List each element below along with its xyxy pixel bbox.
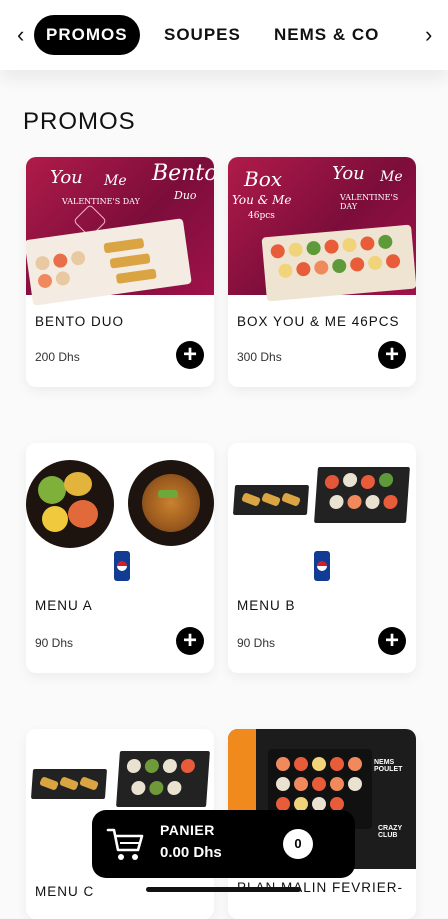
product-image [26, 443, 214, 591]
soda-can [314, 551, 330, 581]
sushi-plate [314, 467, 410, 523]
image-caption: Me [104, 173, 127, 189]
image-caption: 46pcs [248, 211, 275, 221]
nems-plate [232, 485, 310, 515]
chevron-left-icon[interactable]: ‹ [17, 22, 24, 48]
image-caption: NEMS POULET [374, 759, 403, 773]
add-to-cart-button[interactable]: + [176, 627, 204, 655]
product-image: You Me Bento Duo VALENTINE'S DAY [26, 157, 214, 306]
sushi-piece [288, 242, 304, 258]
sushi-piece [313, 259, 329, 276]
image-caption: Duo [174, 189, 197, 202]
add-to-cart-button[interactable]: + [378, 341, 406, 369]
image-caption: VALENTINE'S DAY [62, 197, 140, 206]
noodle-bowl [128, 460, 214, 546]
product-name: MENU C [35, 884, 95, 899]
spring-roll [115, 268, 157, 284]
sushi-piece [331, 258, 347, 274]
sushi-piece [70, 250, 87, 267]
product-price: 90 Dhs [35, 636, 74, 650]
product-card-menu-a[interactable]: MENU A 90 Dhs + [26, 443, 214, 673]
add-to-cart-button[interactable]: + [176, 341, 204, 369]
soda-can [114, 551, 130, 581]
sushi-piece [367, 255, 383, 271]
cart-icon [106, 828, 144, 860]
product-name: MENU B [237, 598, 296, 613]
product-image [228, 443, 416, 591]
sushi-piece [377, 234, 393, 250]
cart-button[interactable]: PANIER 0.00 Dhs 0 [92, 810, 355, 878]
spring-roll [109, 253, 151, 269]
sushi-piece [385, 253, 401, 269]
spring-roll [103, 237, 145, 254]
sushi-piece [37, 273, 53, 289]
product-name: BOX YOU & ME 46PCS [237, 314, 400, 329]
cart-label: PANIER [160, 822, 215, 838]
tab-nems-co[interactable]: NEMS & CO [274, 15, 379, 55]
image-caption: VALENTINE'S DAY [340, 193, 399, 211]
sushi-piece [306, 240, 322, 256]
sushi-piece [323, 239, 340, 255]
tab-promos[interactable]: PROMOS [34, 15, 140, 55]
sushi-piece [359, 235, 375, 252]
product-price: 300 Dhs [237, 350, 282, 364]
product-card-box-you-me[interactable]: Box You & Me 46pcs You Me VALENTINE'S DA… [228, 157, 416, 387]
bento-tray [26, 218, 192, 306]
sushi-piece [295, 261, 311, 277]
sushi-piece [349, 256, 365, 273]
tab-soupes[interactable]: SOUPES [164, 15, 241, 55]
sushi-piece [270, 243, 286, 259]
sushi-plate [116, 751, 210, 807]
product-name: MENU A [35, 598, 93, 613]
image-caption: Box [244, 167, 283, 191]
section-title: PROMOS [23, 108, 136, 135]
image-caption: You [332, 163, 365, 184]
product-price: 200 Dhs [35, 350, 80, 364]
sushi-box [261, 224, 416, 302]
sushi-piece [54, 270, 71, 287]
image-caption: Me [380, 169, 403, 185]
nems-plate [30, 769, 108, 799]
sushi-piece [52, 252, 69, 269]
add-to-cart-button[interactable]: + [378, 627, 406, 655]
image-caption: You [50, 167, 83, 188]
product-image: Box You & Me 46pcs You Me VALENTINE'S DA… [228, 157, 416, 302]
image-caption: CRAZY CLUB [378, 825, 402, 839]
cart-total: 0.00 Dhs [160, 844, 222, 861]
home-indicator [146, 887, 301, 892]
sushi-piece [277, 263, 294, 279]
sushi-piece [34, 255, 51, 272]
product-card-menu-b[interactable]: MENU B 90 Dhs + [228, 443, 416, 673]
category-tabs: ‹ PROMOS SOUPES NEMS & CO › [0, 0, 448, 70]
product-price: 90 Dhs [237, 636, 276, 650]
product-card-bento-duo[interactable]: You Me Bento Duo VALENTINE'S DAY BENTO D… [26, 157, 214, 387]
product-name: BENTO DUO [35, 314, 125, 329]
chevron-right-icon[interactable]: › [425, 22, 432, 48]
salad-bowl [26, 460, 114, 548]
cart-count-badge: 0 [283, 829, 313, 859]
sushi-piece [341, 237, 358, 253]
image-caption: Bento [152, 161, 214, 186]
image-caption: You & Me [232, 193, 292, 207]
